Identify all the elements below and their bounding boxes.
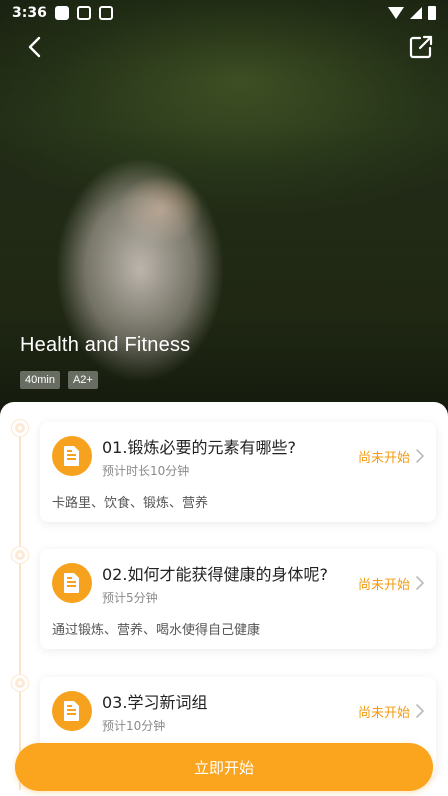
timeline-line	[19, 430, 21, 790]
app-notification-icon	[76, 6, 91, 20]
timeline-dot	[12, 547, 28, 563]
course-tags: 40min A2+	[20, 371, 98, 389]
status-bar: 3:36	[0, 0, 448, 26]
back-icon[interactable]	[20, 32, 50, 62]
start-button[interactable]: 立即开始	[15, 743, 433, 791]
lesson-description: 通过锻炼、营养、喝水使得自己健康	[52, 623, 261, 638]
document-icon	[52, 436, 92, 476]
wifi-icon	[388, 7, 404, 19]
lesson-card-2[interactable]: 02.如何才能获得健康的身体呢? 预计5分钟 通过锻炼、营养、喝水使得自己健康 …	[40, 549, 436, 649]
timeline-dot	[12, 675, 28, 691]
lesson-title: 02.如何才能获得健康的身体呢?	[102, 565, 328, 584]
signal-icon	[410, 7, 422, 19]
lesson-sheet: 01.锻炼必要的元素有哪些? 预计时长10分钟 卡路里、饮食、锻炼、营养 尚未开…	[0, 402, 448, 796]
lesson-title: 03.学习新词组	[102, 693, 208, 712]
document-icon	[52, 563, 92, 603]
status-time: 3:36	[12, 5, 47, 21]
chevron-right-icon	[416, 704, 424, 718]
duration-tag: 40min	[20, 371, 60, 389]
timeline-dot	[12, 420, 28, 436]
shield-icon	[98, 6, 113, 20]
document-icon	[52, 691, 92, 731]
lesson-duration: 预计时长10分钟	[102, 464, 190, 478]
hero-image	[0, 0, 448, 420]
lesson-card-1[interactable]: 01.锻炼必要的元素有哪些? 预计时长10分钟 卡路里、饮食、锻炼、营养 尚未开…	[40, 422, 436, 522]
level-tag: A2+	[67, 371, 98, 389]
course-title: Health and Fitness	[20, 334, 191, 356]
lesson-duration: 预计5分钟	[102, 591, 158, 605]
chevron-right-icon	[416, 449, 424, 463]
lesson-status: 尚未开始	[357, 578, 410, 593]
lesson-description: 卡路里、饮食、锻炼、营养	[52, 496, 209, 511]
battery-icon	[428, 6, 436, 20]
lesson-status: 尚未开始	[357, 706, 410, 721]
share-icon[interactable]	[406, 32, 436, 62]
notification-icon	[54, 6, 69, 20]
chevron-right-icon	[416, 576, 424, 590]
status-indicators	[388, 6, 436, 20]
lesson-duration: 预计10分钟	[102, 719, 166, 733]
lesson-title: 01.锻炼必要的元素有哪些?	[102, 438, 296, 457]
lesson-status: 尚未开始	[357, 451, 410, 466]
